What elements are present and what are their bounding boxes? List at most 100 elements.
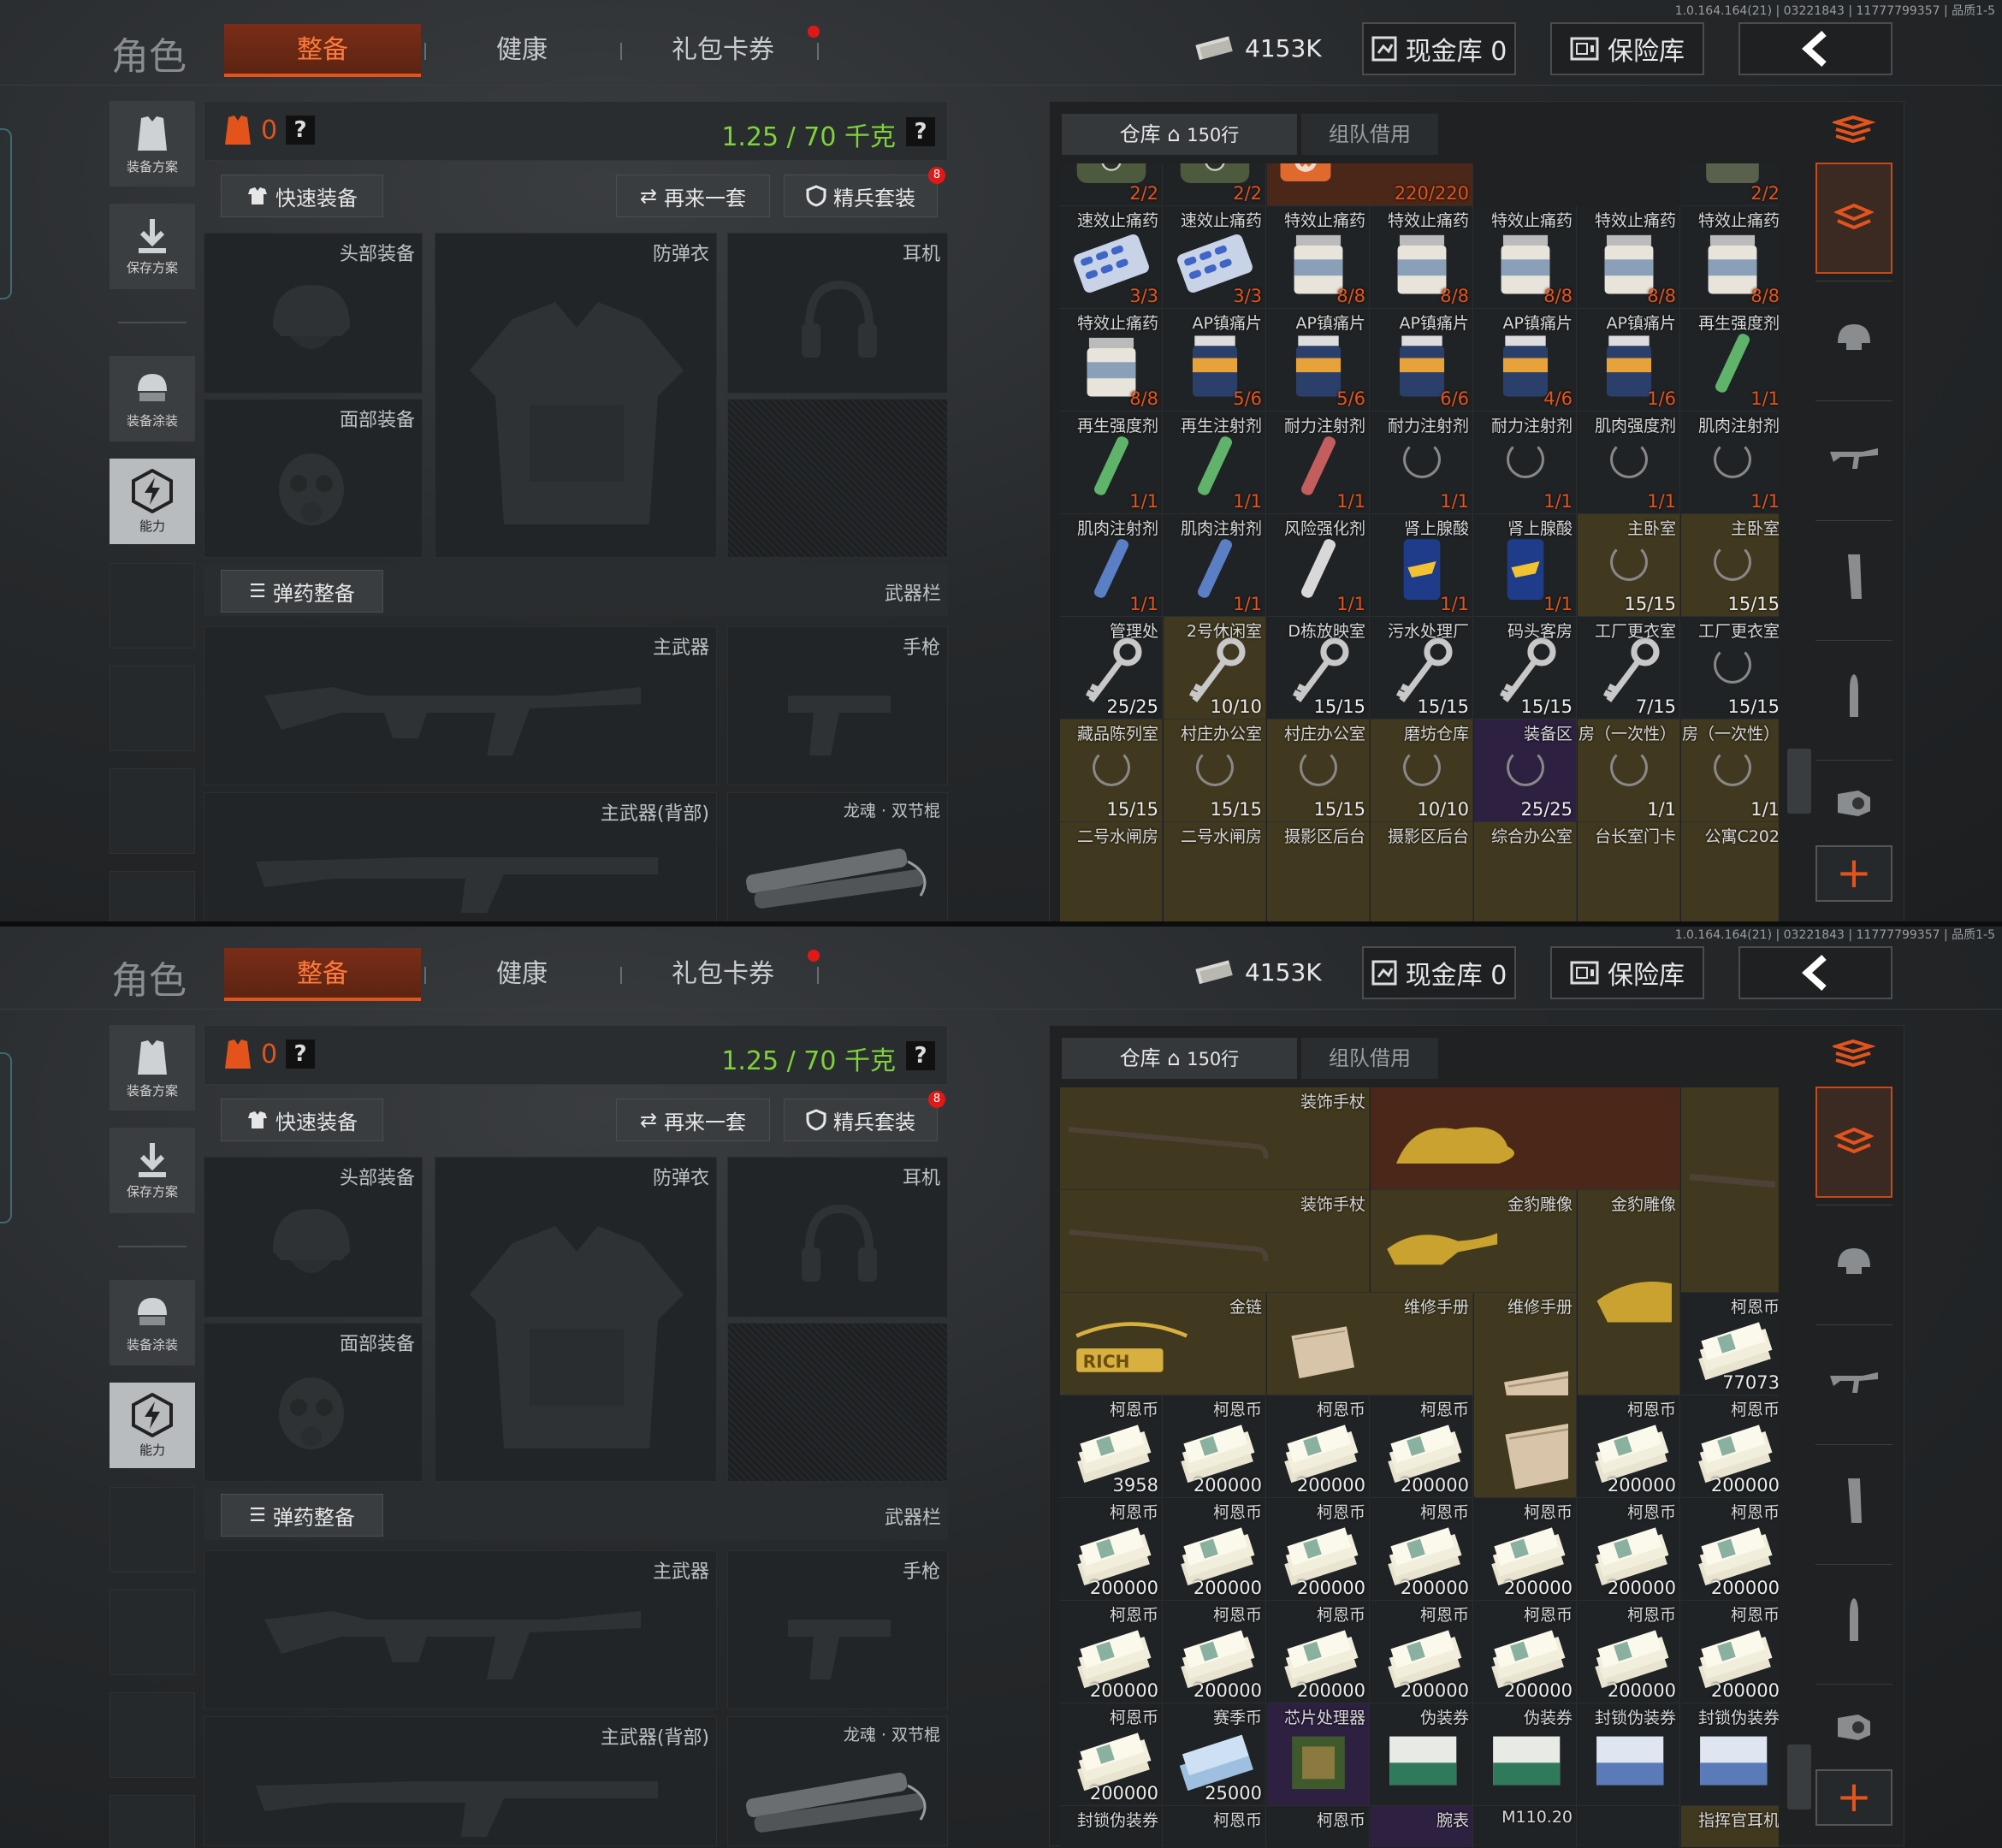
- stash-item-cell[interactable]: 二号水闸房（一次性） 1/1: [1681, 720, 1779, 822]
- slot-face[interactable]: 面部装备: [204, 1323, 423, 1482]
- stash-item-cell[interactable]: STO手术袋2/2: [1060, 163, 1163, 206]
- slot-headset[interactable]: 耳机: [727, 1157, 948, 1318]
- cash-vault-button[interactable]: 现金库 0: [1362, 22, 1516, 75]
- slot-melee[interactable]: 龙魂 · 双节棍: [727, 1716, 948, 1846]
- stash-item-cell[interactable]: 柯恩币 200000: [1371, 1498, 1473, 1601]
- stash-item-cell[interactable]: 特效止痛药 8/8: [1578, 206, 1680, 309]
- stash-item-cell[interactable]: 肌肉注射剂 1/1: [1060, 514, 1163, 617]
- stash-item-cell[interactable]: 2号休闲室 10/10: [1164, 617, 1266, 720]
- left-edge-handle[interactable]: [0, 128, 12, 299]
- stash-item-cell[interactable]: [1681, 1087, 1779, 1293]
- stash-item-cell[interactable]: 速效止痛药 3/3: [1060, 206, 1163, 309]
- stash-item-cell[interactable]: 腕表: [1371, 1806, 1473, 1847]
- safe-button[interactable]: 保险库: [1550, 22, 1704, 75]
- nav-save-plan[interactable]: 保存方案: [110, 204, 195, 289]
- weight-help-icon[interactable]: ?: [906, 1041, 935, 1070]
- armor-help-icon[interactable]: ?: [286, 1040, 316, 1069]
- stash-item-cell[interactable]: RICH 金链: [1060, 1293, 1266, 1395]
- stash-item-cell[interactable]: 柯恩币 200000: [1681, 1601, 1779, 1703]
- stash-item-cell[interactable]: 柯恩币 200000: [1267, 1601, 1370, 1703]
- nav-ability[interactable]: 能力: [110, 459, 195, 544]
- slot-headset[interactable]: 耳机: [727, 233, 948, 394]
- stash-item-cell[interactable]: 柯恩币 3958: [1060, 1395, 1163, 1498]
- stash-scrollbar[interactable]: [1787, 749, 1811, 814]
- tab-equip[interactable]: 整备: [224, 948, 421, 1001]
- tab-gift-coupons[interactable]: 礼包卡券: [629, 948, 817, 1001]
- stash-item-cell[interactable]: 工厂更衣室 7/15: [1578, 617, 1680, 720]
- add-filter-button[interactable]: +: [1815, 1769, 1892, 1826]
- stash-item-cell[interactable]: 藏品陈列室 15/15: [1060, 720, 1163, 822]
- nav-loadout-plan[interactable]: 装备方案: [110, 1025, 195, 1111]
- again-button[interactable]: ⇄ 再来一套: [616, 1099, 770, 1141]
- sort-button[interactable]: [1815, 1025, 1892, 1085]
- stash-item-cell[interactable]: 柯恩币 200000: [1578, 1601, 1680, 1703]
- stash-item-cell[interactable]: [1474, 1395, 1577, 1498]
- nav-save-plan[interactable]: 保存方案: [110, 1128, 195, 1213]
- stash-item-cell[interactable]: 柯恩币: [1164, 1806, 1266, 1847]
- back-button[interactable]: [1738, 946, 1892, 999]
- add-filter-button[interactable]: +: [1815, 845, 1892, 902]
- stash-item-cell[interactable]: 耐力注射剂 1/1: [1371, 412, 1473, 514]
- stash-item-cell[interactable]: 速效止痛药 3/3: [1164, 206, 1266, 309]
- quick-equip-button[interactable]: 快速装备: [221, 1099, 383, 1141]
- slot-primary-weapon[interactable]: 主武器: [204, 626, 717, 785]
- stash-item-cell[interactable]: 柯恩币 200000: [1060, 1703, 1163, 1806]
- safe-button[interactable]: 保险库: [1550, 946, 1704, 999]
- stash-item-cell[interactable]: 再生强度剂 1/1: [1681, 309, 1779, 412]
- stash-item-cell[interactable]: 摄影区后台: [1371, 822, 1473, 923]
- cash-vault-button[interactable]: 现金库 0: [1362, 946, 1516, 999]
- tab-equip[interactable]: 整备: [224, 24, 421, 77]
- stash-item-cell[interactable]: M110.20: [1474, 1806, 1577, 1847]
- stash-item-cell[interactable]: [1578, 1806, 1680, 1847]
- armor-help-icon[interactable]: ?: [286, 116, 316, 145]
- stash-item-cell[interactable]: 柯恩币 200000: [1474, 1601, 1577, 1703]
- stash-item-cell[interactable]: 柯恩币 200000: [1060, 1498, 1163, 1601]
- stash-item-cell[interactable]: 装饰手杖: [1060, 1190, 1370, 1293]
- stash-item-cell[interactable]: 肌肉强度剂 1/1: [1578, 412, 1680, 514]
- stash-scrollbar[interactable]: [1787, 1744, 1811, 1810]
- stash-item-cell[interactable]: 2/2: [1681, 163, 1779, 206]
- stash-item-cell[interactable]: 村庄办公室 15/15: [1267, 720, 1370, 822]
- stash-item-cell[interactable]: 柯恩币 77073: [1681, 1293, 1779, 1395]
- stash-item-cell[interactable]: 二号水闸房: [1164, 822, 1266, 923]
- nav-skin[interactable]: 装备涂装: [110, 356, 195, 441]
- ammo-prep-button[interactable]: ☰ 弹药整备: [221, 570, 383, 613]
- stash-item-cell[interactable]: 封锁伪装券: [1060, 1806, 1163, 1847]
- stash-item-cell[interactable]: 柯恩币 200000: [1164, 1498, 1266, 1601]
- stash-item-cell[interactable]: 3.26急救包220/220: [1267, 163, 1473, 206]
- filter-magazines[interactable]: [1815, 520, 1892, 631]
- tab-stash[interactable]: 仓库 ⌂ 150行: [1062, 1038, 1297, 1079]
- filter-ammo[interactable]: [1815, 1564, 1892, 1675]
- stash-item-cell[interactable]: 柯恩币 200000: [1267, 1395, 1370, 1498]
- slot-armor[interactable]: 防弹衣: [435, 1157, 717, 1482]
- filter-gear[interactable]: [1815, 1205, 1892, 1316]
- stash-item-cell[interactable]: 特效止痛药 8/8: [1060, 309, 1163, 412]
- sort-button[interactable]: [1815, 101, 1892, 161]
- stash-item-cell[interactable]: 柯恩币 200000: [1060, 1601, 1163, 1703]
- elite-set-button[interactable]: 精兵套装 8: [784, 167, 945, 217]
- stash-item-cell[interactable]: 柯恩币 200000: [1371, 1395, 1473, 1498]
- stash-item-cell[interactable]: AP镇痛片 4/6: [1474, 309, 1577, 412]
- stash-item-cell[interactable]: AP镇痛片 6/6: [1371, 309, 1473, 412]
- stash-item-cell[interactable]: 封锁伪装券: [1578, 1703, 1680, 1806]
- stash-item-cell[interactable]: 柯恩币 200000: [1267, 1498, 1370, 1601]
- stash-item-cell[interactable]: 公寓C202: [1681, 822, 1779, 923]
- slot-armor[interactable]: 防弹衣: [435, 233, 717, 558]
- tab-team-borrow[interactable]: 组队借用: [1301, 114, 1438, 155]
- stash-item-cell[interactable]: 柯恩币 200000: [1681, 1395, 1779, 1498]
- stash-item-cell[interactable]: 封锁伪装券: [1681, 1703, 1779, 1806]
- stash-item-cell[interactable]: 综合办公室: [1474, 822, 1577, 923]
- stash-item-cell[interactable]: 耐力注射剂 1/1: [1267, 412, 1370, 514]
- slot-pistol[interactable]: 手枪: [727, 626, 948, 785]
- slot-head[interactable]: 头部装备: [204, 233, 423, 394]
- stash-item-cell[interactable]: 指挥官耳机: [1681, 1806, 1779, 1847]
- stash-item-cell[interactable]: 柯恩币 200000: [1164, 1395, 1266, 1498]
- stash-item-cell[interactable]: 柯恩币 200000: [1681, 1498, 1779, 1601]
- filter-attachments[interactable]: [1815, 760, 1892, 845]
- slot-pistol[interactable]: 手枪: [727, 1550, 948, 1709]
- stash-item-cell[interactable]: 主卧室 15/15: [1681, 514, 1779, 617]
- stash-item-cell[interactable]: 赛季币 25000: [1164, 1703, 1266, 1806]
- stash-item-cell[interactable]: AP镇痛片 5/6: [1267, 309, 1370, 412]
- stash-item-cell[interactable]: 肾上腺酸 1/1: [1474, 514, 1577, 617]
- stash-item-cell[interactable]: 肌肉注射剂 1/1: [1164, 514, 1266, 617]
